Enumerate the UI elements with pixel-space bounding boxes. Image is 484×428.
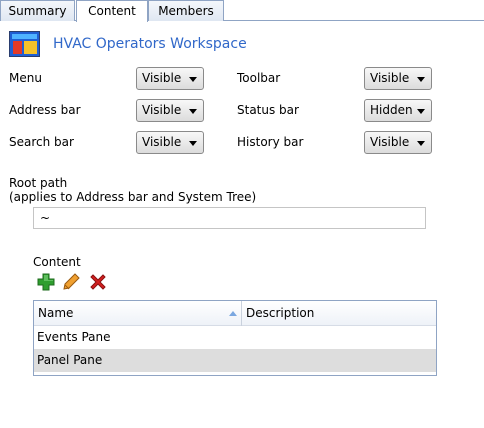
tab-content[interactable]: Content (76, 0, 148, 22)
chevron-down-icon (189, 141, 197, 146)
search-bar-select[interactable]: Visible (136, 131, 204, 154)
menu-select[interactable]: Visible (136, 67, 204, 90)
chevron-down-icon (189, 109, 197, 114)
table-row[interactable]: Events Pane (34, 326, 436, 349)
row-name-cell: Events Pane (37, 330, 111, 344)
column-header-name[interactable]: Name (34, 301, 242, 326)
status-bar-select[interactable]: Hidden (364, 99, 432, 122)
table-row[interactable]: Panel Pane (34, 349, 436, 372)
page-title: HVAC Operators Workspace (53, 36, 247, 52)
address-bar-label: Address bar (9, 103, 81, 117)
add-icon[interactable] (36, 272, 56, 292)
tab-summary[interactable]: Summary (0, 0, 75, 21)
workspace-app-icon (9, 31, 40, 57)
address-bar-select-value: Visible (142, 103, 182, 117)
history-bar-select-value: Visible (370, 135, 410, 149)
status-bar-select-value: Hidden (370, 103, 413, 117)
root-path-input[interactable]: ~ (33, 207, 426, 229)
delete-icon[interactable] (88, 272, 108, 292)
toolbar-label: Toolbar (237, 71, 281, 85)
edit-icon[interactable] (62, 272, 82, 292)
table-header: Name Description (34, 301, 436, 326)
search-bar-label: Search bar (9, 135, 74, 149)
search-bar-select-value: Visible (142, 135, 182, 149)
row-name-cell: Panel Pane (37, 353, 103, 367)
column-description-label: Description (246, 306, 315, 320)
toolbar-select[interactable]: Visible (364, 67, 432, 90)
root-path-label: Root path (9, 176, 68, 190)
tab-members[interactable]: Members (148, 0, 224, 21)
chevron-down-icon (417, 141, 425, 146)
chevron-down-icon (417, 77, 425, 82)
column-header-description[interactable]: Description (243, 301, 436, 326)
content-table[interactable]: Name Description Events Pane Panel Pane (33, 300, 437, 376)
menu-select-value: Visible (142, 71, 182, 85)
chevron-down-icon (189, 77, 197, 82)
menu-label: Menu (9, 71, 42, 85)
history-bar-label: History bar (237, 135, 304, 149)
content-label: Content (33, 255, 81, 269)
column-name-label: Name (38, 306, 74, 320)
toolbar-select-value: Visible (370, 71, 410, 85)
chevron-down-icon (417, 109, 425, 114)
address-bar-select[interactable]: Visible (136, 99, 204, 122)
tab-bar: Summary Content Members (0, 0, 484, 22)
history-bar-select[interactable]: Visible (364, 131, 432, 154)
status-bar-label: Status bar (237, 103, 299, 117)
root-path-note: (applies to Address bar and System Tree) (9, 190, 257, 204)
sort-ascending-icon (229, 311, 237, 316)
